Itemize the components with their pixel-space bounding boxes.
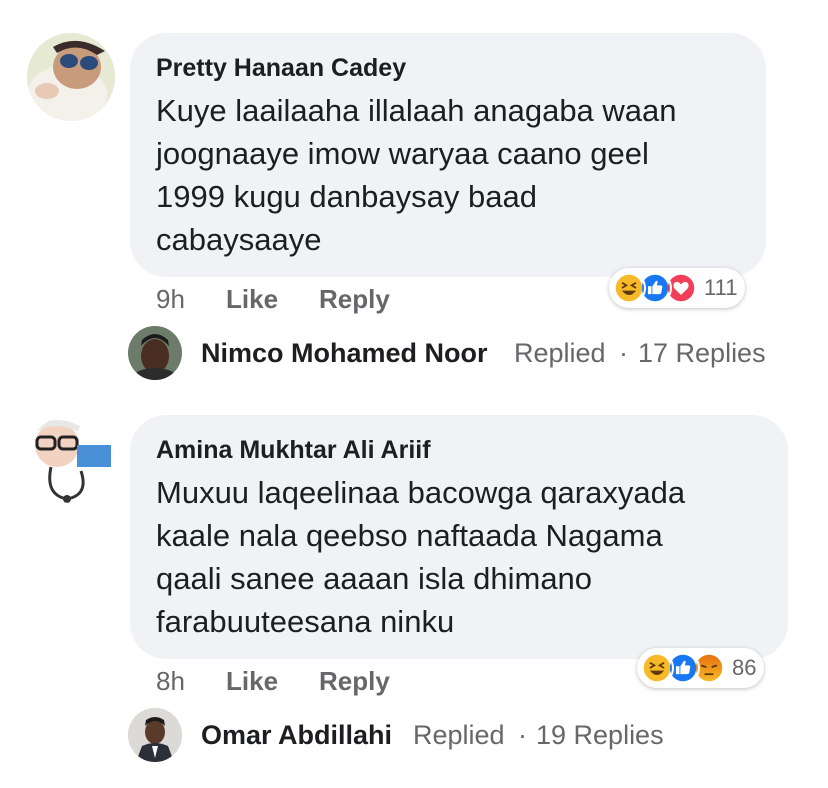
- separator-dot: ·: [518, 720, 527, 750]
- reply-button[interactable]: Reply: [319, 284, 390, 315]
- haha-icon: [640, 651, 674, 685]
- view-replies-link[interactable]: Omar Abdillahi Replied · 19 Replies: [128, 708, 788, 762]
- reply-count: 19 Replies: [536, 720, 664, 750]
- comment-author[interactable]: Pretty Hanaan Cadey: [156, 54, 406, 83]
- comment-text-line: qaali sanee aaaan isla dhimano: [156, 561, 593, 596]
- reaction-summary[interactable]: 86: [637, 648, 765, 688]
- replier-avatar: [128, 708, 182, 762]
- comment-author[interactable]: Amina Mukhtar Ali Ariif: [156, 436, 431, 465]
- comment-text-line: joognaaye imow waryaa caano geel: [156, 136, 649, 171]
- separator-dot: ·: [619, 338, 628, 368]
- like-button[interactable]: Like: [226, 666, 278, 697]
- comment-timestamp[interactable]: 9h: [156, 284, 185, 315]
- comment-text-line: 1999 kugu danbaysay baad: [156, 179, 537, 214]
- comment-text-line: farabuuteesana ninku: [156, 604, 455, 639]
- reply-count: 17 Replies: [638, 338, 766, 368]
- replier-name: Omar Abdillahi: [201, 720, 393, 750]
- commenter-avatar[interactable]: [27, 415, 115, 503]
- comment-timestamp[interactable]: 8h: [156, 666, 185, 697]
- replied-label: Replied: [514, 338, 606, 368]
- commenter-avatar[interactable]: [27, 33, 115, 121]
- view-replies-link[interactable]: Nimco Mohamed Noor Replied · 17 Replies: [128, 326, 788, 380]
- comment-text-line: Kuye laailaaha illalaah anagaba waan: [156, 93, 677, 128]
- reaction-summary[interactable]: 111: [609, 268, 746, 308]
- comment-text-line: cabaysaaye: [156, 222, 322, 257]
- replier-avatar: [128, 326, 182, 380]
- replier-name: Nimco Mohamed Noor: [201, 338, 488, 368]
- reply-button[interactable]: Reply: [319, 666, 390, 697]
- comment-text-line: kaale nala qeebso naftaada Nagama: [156, 518, 663, 553]
- reaction-count: 86: [732, 655, 757, 680]
- reaction-count: 111: [704, 275, 738, 300]
- haha-icon: [612, 271, 646, 305]
- like-button[interactable]: Like: [226, 284, 278, 315]
- replied-label: Replied: [413, 720, 505, 750]
- comment-text-line: Muxuu laqeelinaa bacowga qaraxyada: [156, 475, 686, 510]
